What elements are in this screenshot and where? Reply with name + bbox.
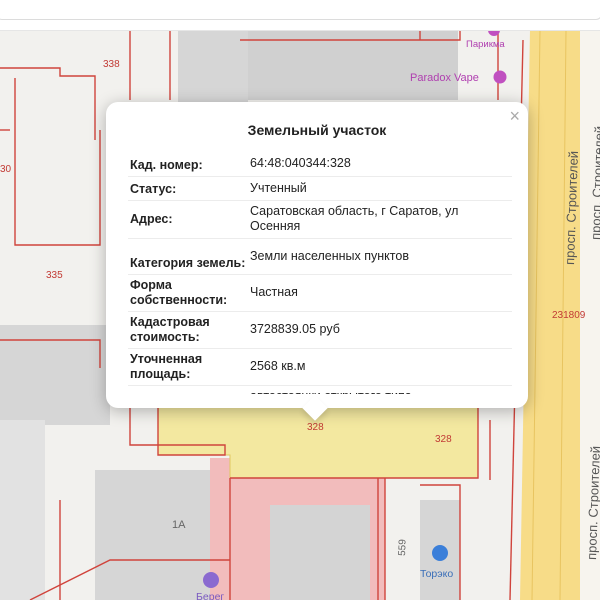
row-label: Статус: <box>128 176 248 201</box>
table-row: автостоянки открытого типа <box>128 385 512 394</box>
parcel-info-popup: × Земельный участок Кад. номер: 64:48:04… <box>106 102 528 421</box>
row-value: Частная <box>248 274 512 312</box>
table-row: Статус: Учтенный <box>128 176 512 201</box>
building <box>178 30 248 110</box>
parcel-label: 328 <box>435 434 452 445</box>
svg-text:Парикма: Парикма <box>466 39 505 50</box>
house-number-label: 559 <box>397 539 409 556</box>
popup-body: Кад. номер: 64:48:040344:328 Статус: Учт… <box>128 152 512 394</box>
table-row: Адрес: Саратовская область, г Саратов, у… <box>128 200 512 239</box>
row-value: 64:48:040344:328 <box>248 152 512 177</box>
building <box>0 420 45 600</box>
search-field[interactable] <box>0 0 600 20</box>
row-label: Кад. номер: <box>128 152 248 177</box>
shopping-pin-icon <box>203 572 219 588</box>
svg-text:Торэко: Торэко <box>420 568 453 580</box>
parcel-label: 30 <box>0 164 12 175</box>
row-value: 3728839.05 руб <box>248 311 512 349</box>
parcel-label: 231809 <box>552 310 586 321</box>
parcel-label: 335 <box>46 270 63 281</box>
svg-text:Берег: Берег <box>196 591 224 600</box>
parcel-label: 328 <box>307 422 324 433</box>
svg-text:Paradox Vape: Paradox Vape <box>410 72 479 84</box>
street-label: просп. Строителей <box>584 446 600 560</box>
car-pin-icon <box>432 545 448 561</box>
row-value: Земли населенных пунктов <box>248 238 512 275</box>
top-bar <box>0 0 600 31</box>
row-value: Учтенный <box>248 176 512 201</box>
table-row: Категория земель: Земли населенных пункт… <box>128 238 512 275</box>
row-label <box>128 385 248 394</box>
table-row: Кад. номер: 64:48:040344:328 <box>128 152 512 177</box>
row-label: Форма собственности: <box>128 274 248 312</box>
row-label: Кадастровая стоимость: <box>128 311 248 349</box>
row-label: Адрес: <box>128 200 248 239</box>
parcel-label: 338 <box>103 59 120 70</box>
parcel-attributes-table: Кад. номер: 64:48:040344:328 Статус: Учт… <box>128 152 512 394</box>
popup-title: Земельный участок <box>247 122 387 138</box>
row-label: Уточненная площадь: <box>128 348 248 386</box>
table-row: Форма собственности: Частная <box>128 274 512 312</box>
building <box>270 505 370 600</box>
row-label: Категория земель: <box>128 238 248 275</box>
shopping-pin-icon <box>493 70 507 84</box>
row-value: Саратовская область, г Саратов, ул Осенн… <box>248 200 512 239</box>
row-value: автостоянки открытого типа <box>248 385 512 394</box>
table-row: Уточненная площадь: 2568 кв.м <box>128 348 512 386</box>
row-value: 2568 кв.м <box>248 348 512 386</box>
table-row: Кадастровая стоимость: 3728839.05 руб <box>128 311 512 349</box>
building-label: 1А <box>172 519 186 531</box>
